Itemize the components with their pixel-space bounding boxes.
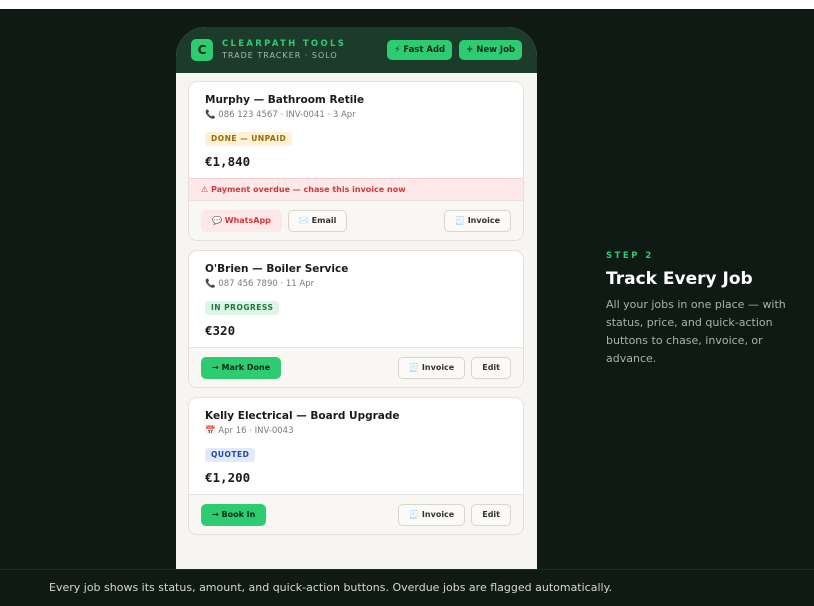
job-amount: €320 bbox=[205, 323, 236, 338]
job-amount: €1,840 bbox=[205, 154, 251, 169]
job-card-body: Murphy — Bathroom Retile 📞 086 123 4567 … bbox=[189, 82, 523, 178]
brand-name: CLEARPATH TOOLS bbox=[222, 39, 347, 49]
job-meta: 📅 Apr 16 · INV-0043 bbox=[205, 426, 294, 436]
step-title: Track Every Job bbox=[606, 269, 753, 289]
job-card-body: O'Brien — Boiler Service 📞 087 456 7890 … bbox=[189, 251, 523, 347]
job-card-kelly[interactable]: Kelly Electrical — Board Upgrade 📅 Apr 1… bbox=[188, 397, 524, 535]
brand-block: CLEARPATH TOOLS TRADE TRACKER · SOLO bbox=[222, 39, 380, 61]
job-list: Murphy — Bathroom Retile 📞 086 123 4567 … bbox=[188, 81, 524, 544]
brand-subtitle: TRADE TRACKER · SOLO bbox=[222, 51, 338, 60]
status-badge: QUOTED bbox=[205, 448, 256, 462]
step-label: STEP 2 bbox=[606, 251, 654, 261]
job-meta: 📞 086 123 4567 · INV-0041 · 3 Apr bbox=[205, 110, 356, 120]
status-badge: DONE — UNPAID bbox=[205, 132, 293, 146]
invoice-button[interactable]: 🧾 Invoice bbox=[443, 209, 511, 232]
overdue-alert: ⚠ Payment overdue — chase this invoice n… bbox=[189, 178, 523, 200]
app-header: C CLEARPATH TOOLS TRADE TRACKER · SOLO ⚡… bbox=[176, 27, 537, 73]
job-title: O'Brien — Boiler Service bbox=[205, 263, 349, 275]
job-card-murphy[interactable]: Murphy — Bathroom Retile 📞 086 123 4567 … bbox=[188, 81, 524, 241]
caption-bar: Every job shows its status, amount, and … bbox=[0, 569, 814, 606]
invoice-button[interactable]: 🧾 Invoice bbox=[398, 503, 466, 526]
whatsapp-button[interactable]: 💬 WhatsApp bbox=[201, 209, 282, 232]
edit-button[interactable]: Edit bbox=[471, 356, 511, 379]
job-title: Murphy — Bathroom Retile bbox=[205, 94, 365, 106]
job-amount: €1,200 bbox=[205, 470, 251, 485]
job-card-obrien[interactable]: O'Brien — Boiler Service 📞 087 456 7890 … bbox=[188, 250, 524, 388]
book-in-button[interactable]: → Book In bbox=[201, 503, 267, 526]
job-meta: 📞 087 456 7890 · 11 Apr bbox=[205, 279, 315, 289]
job-actions: → Book In 🧾 Invoice Edit bbox=[189, 494, 523, 534]
edit-button[interactable]: Edit bbox=[471, 503, 511, 526]
job-title: Kelly Electrical — Board Upgrade bbox=[205, 410, 400, 422]
page-background: C CLEARPATH TOOLS TRADE TRACKER · SOLO ⚡… bbox=[0, 9, 814, 606]
step-panel: STEP 2 Track Every Job All your jobs in … bbox=[606, 250, 806, 368]
job-card-body: Kelly Electrical — Board Upgrade 📅 Apr 1… bbox=[189, 398, 523, 494]
caption-text: Every job shows its status, amount, and … bbox=[49, 581, 613, 594]
job-actions: 💬 WhatsApp ✉️ Email 🧾 Invoice bbox=[189, 200, 523, 240]
email-button[interactable]: ✉️ Email bbox=[287, 209, 348, 232]
phone-mockup: C CLEARPATH TOOLS TRADE TRACKER · SOLO ⚡… bbox=[176, 27, 537, 587]
fast-add-button[interactable]: ⚡ Fast Add bbox=[387, 40, 453, 60]
invoice-button[interactable]: 🧾 Invoice bbox=[398, 356, 466, 379]
mark-done-button[interactable]: → Mark Done bbox=[201, 356, 282, 379]
app-logo: C bbox=[191, 39, 213, 61]
job-actions: → Mark Done 🧾 Invoice Edit bbox=[189, 347, 523, 387]
step-description: All your jobs in one place — with status… bbox=[606, 298, 786, 365]
new-job-button[interactable]: + New Job bbox=[459, 40, 522, 60]
status-badge: IN PROGRESS bbox=[205, 301, 280, 315]
